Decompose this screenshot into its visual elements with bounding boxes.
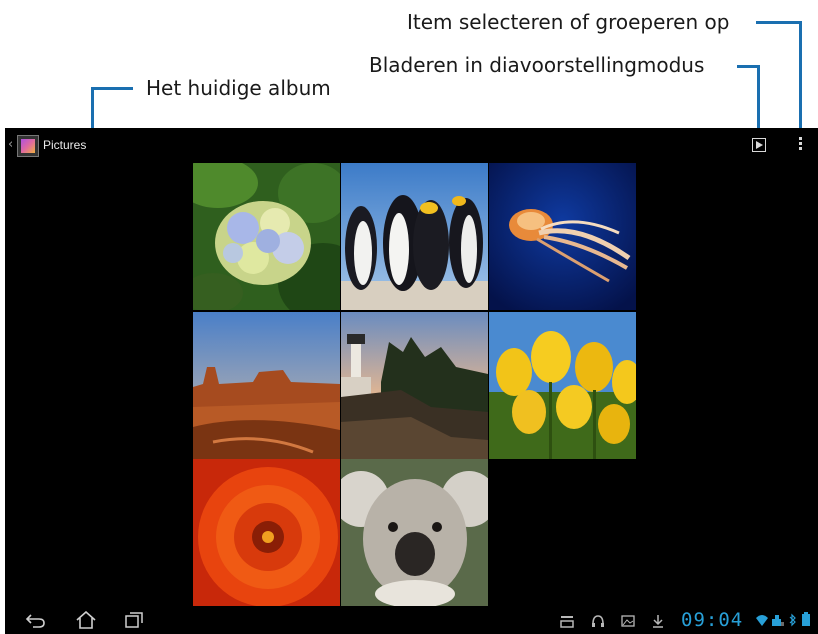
picture-icon[interactable] xyxy=(621,614,635,628)
photo-chrysanthemum[interactable] xyxy=(193,459,340,606)
callout-select-group: Item selecteren of groeperen op xyxy=(407,10,730,34)
back-icon[interactable] xyxy=(25,611,47,629)
photo-hydrangea[interactable] xyxy=(193,163,340,310)
overflow-menu-icon[interactable] xyxy=(797,137,803,153)
bluetooth-icon[interactable] xyxy=(789,613,797,627)
gallery-app-icon[interactable] xyxy=(17,135,39,157)
photo-tulips[interactable] xyxy=(489,312,636,459)
gallery-screen: ‹ Pictures 09:04 xyxy=(5,128,818,634)
callout-line-album-v xyxy=(91,87,94,131)
callout-line-slideshow-v xyxy=(757,65,760,131)
download-icon[interactable] xyxy=(651,614,665,628)
signal-icon[interactable] xyxy=(771,613,785,627)
photo-koala[interactable] xyxy=(341,459,488,606)
album-title[interactable]: Pictures xyxy=(43,138,86,152)
recent-apps-icon[interactable] xyxy=(123,611,145,629)
battery-icon[interactable] xyxy=(802,612,810,626)
download-tray-icon[interactable] xyxy=(560,614,574,628)
photo-jellyfish[interactable] xyxy=(489,163,636,310)
callout-current-album: Het huidige album xyxy=(146,76,331,100)
clock[interactable]: 09:04 xyxy=(681,609,743,631)
photo-penguins[interactable] xyxy=(341,163,488,310)
wifi-icon[interactable] xyxy=(755,613,769,627)
headphones-icon[interactable] xyxy=(591,614,605,628)
callout-line-album xyxy=(91,87,133,90)
action-bar: ‹ Pictures xyxy=(5,128,818,162)
callout-slideshow: Bladeren in diavoorstellingmodus xyxy=(369,53,705,77)
callout-line-slideshow xyxy=(737,65,759,68)
home-icon[interactable] xyxy=(75,611,97,629)
callout-line-select-group-v xyxy=(799,21,802,131)
callout-line-select-group xyxy=(756,21,801,24)
system-bar: 09:04 xyxy=(5,606,818,634)
back-caret-icon[interactable]: ‹ xyxy=(8,137,13,152)
slideshow-icon[interactable] xyxy=(752,138,766,152)
photo-desert[interactable] xyxy=(193,312,340,459)
photo-lighthouse[interactable] xyxy=(341,312,488,459)
